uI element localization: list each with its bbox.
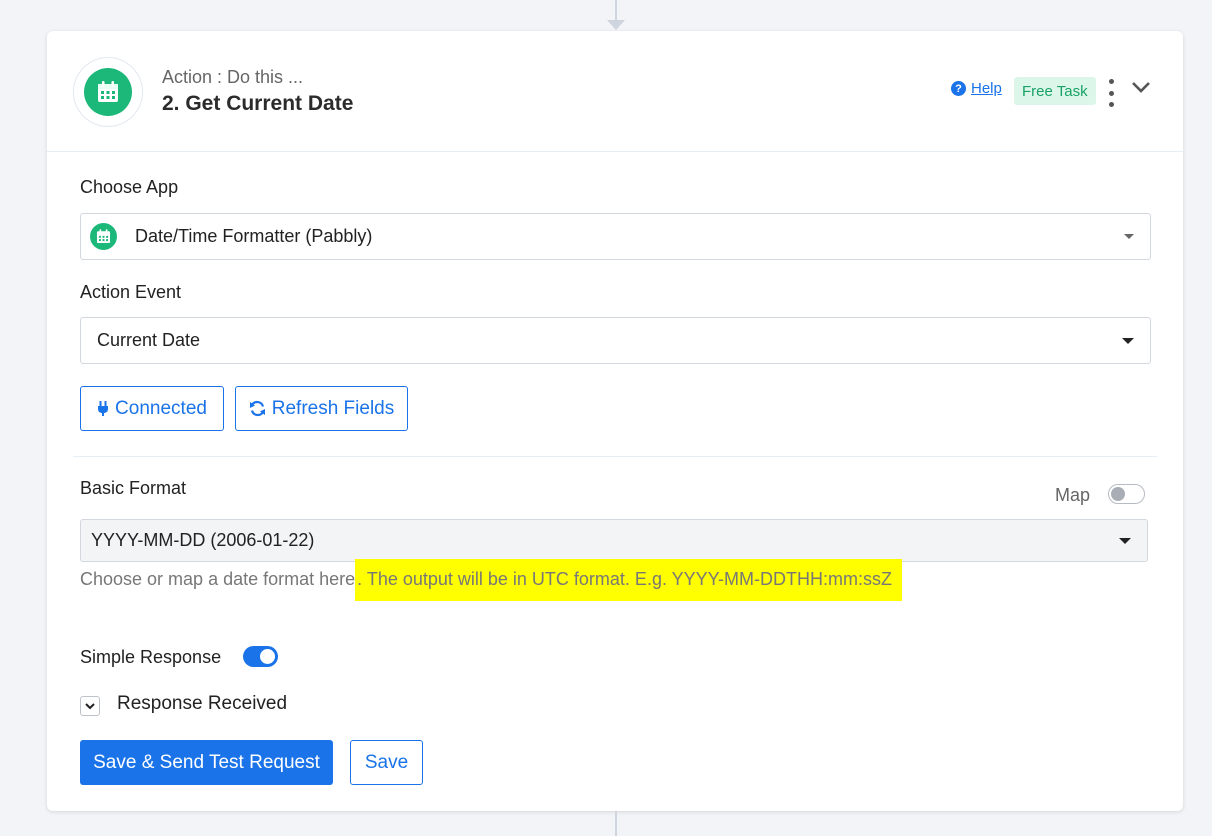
question-circle-icon: ? (951, 81, 966, 96)
help-link[interactable]: ? Help (951, 80, 1002, 97)
choose-app-label: Choose App (80, 177, 179, 197)
action-event-label: Action Event (80, 282, 182, 302)
choose-app-select[interactable]: Date/Time Formatter (Pabbly) (80, 213, 1151, 260)
basic-format-hint: Choose or map a date format here. The ou… (80, 559, 902, 601)
flow-connector-line (615, 811, 617, 836)
caret-down-icon (1119, 537, 1131, 544)
refresh-icon (249, 400, 265, 417)
basic-format-value: YYYY-MM-DD (2006-01-22) (91, 530, 315, 550)
action-event-value: Current Date (97, 330, 201, 350)
refresh-fields-label: Refresh Fields (271, 397, 395, 419)
chevron-down-icon[interactable] (1130, 78, 1152, 98)
connected-label: Connected (115, 397, 207, 419)
refresh-fields-button[interactable]: Refresh Fields (235, 386, 408, 431)
hint-highlighted-text: . The output will be in UTC format. E.g.… (355, 559, 902, 601)
section-divider (73, 456, 1157, 457)
response-received-label: Response Received (117, 693, 288, 714)
save-button[interactable]: Save (350, 740, 423, 785)
simple-response-label: Simple Response (80, 647, 222, 667)
step-subtitle: Action : Do this ... (162, 67, 304, 87)
plug-icon (98, 401, 109, 416)
action-event-select[interactable]: Current Date (80, 317, 1151, 364)
simple-response-toggle[interactable] (243, 646, 278, 667)
response-received-toggle[interactable] (80, 696, 100, 716)
step-title: 2. Get Current Date (162, 92, 354, 115)
map-label: Map (1055, 485, 1091, 505)
flow-connector-arrow-icon (607, 20, 625, 30)
connected-button[interactable]: Connected (80, 386, 224, 431)
save-send-test-button[interactable]: Save & Send Test Request (80, 740, 333, 785)
step-app-badge (73, 57, 143, 127)
more-options-icon[interactable] (1105, 79, 1117, 107)
help-label: Help (971, 80, 1002, 97)
caret-down-icon (1122, 337, 1134, 344)
basic-format-label: Basic Format (80, 478, 187, 498)
map-toggle[interactable] (1108, 484, 1145, 504)
calendar-icon (84, 68, 132, 116)
action-step-card: Action : Do this ... 2. Get Current Date… (47, 31, 1183, 811)
step-header[interactable]: Action : Do this ... 2. Get Current Date… (47, 31, 1183, 152)
caret-down-icon (1124, 233, 1134, 239)
chevron-down-icon (85, 703, 95, 710)
basic-format-select[interactable]: YYYY-MM-DD (2006-01-22) (80, 519, 1148, 562)
free-task-badge: Free Task (1014, 77, 1096, 105)
choose-app-value: Date/Time Formatter (Pabbly) (135, 226, 373, 246)
hint-text: Choose or map a date format here (80, 569, 356, 589)
flow-connector-line (615, 0, 617, 22)
calendar-icon (90, 223, 117, 250)
